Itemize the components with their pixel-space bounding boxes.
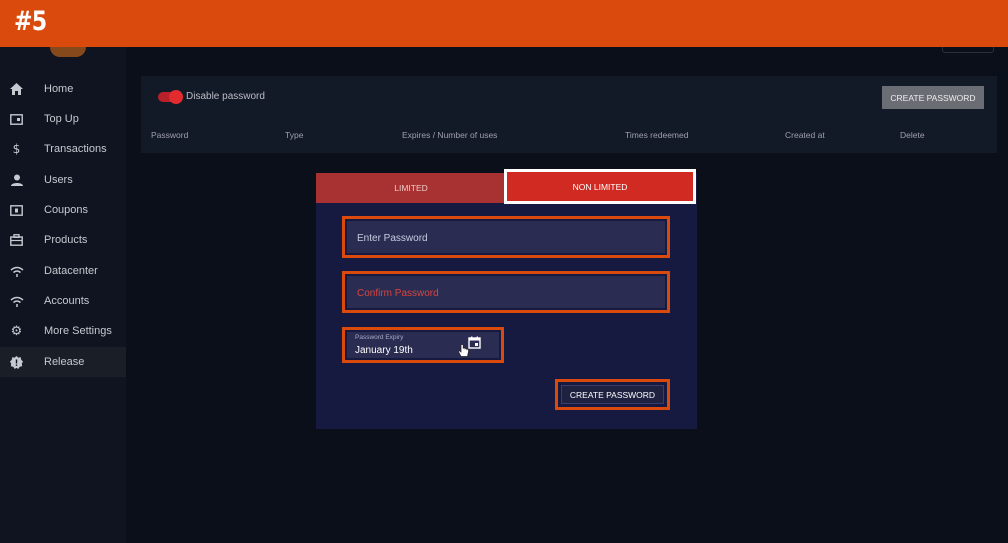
column-header-delete: Delete [900,130,925,140]
home-icon [9,82,24,97]
tab-label: NON LIMITED [572,181,628,192]
password-placeholder: Enter Password [357,233,428,244]
sidebar-item-label: Coupons [44,204,89,216]
sidebar-item-label: Home [44,83,74,95]
sidebar-item-users[interactable]: Users [0,165,126,195]
password-expiry-input[interactable]: Password Expiry January 19th [347,332,499,358]
step-number: #5 [14,6,47,37]
confirm-password-input[interactable]: Confirm Password [347,276,665,308]
submit-create-password-button[interactable]: CREATE PASSWORD [561,385,664,404]
sidebar-item-label: Datacenter [44,265,98,277]
sidebar-item-label: Users [44,174,73,186]
sidebar-item-more-settings[interactable]: ⚙ More Settings [0,316,126,346]
step-banner: #5 [0,0,1008,47]
sidebar-item-label: Release [44,356,85,368]
sidebar-item-products[interactable]: Products [0,225,126,255]
sidebar-item-top-up[interactable]: Top Up [0,104,126,134]
wallet-icon [9,112,24,127]
sidebar-item-label: Accounts [44,295,90,307]
submit-button-highlight[interactable]: CREATE PASSWORD [555,379,670,410]
briefcase-icon [9,233,24,248]
password-expiry-label: Password Expiry [355,334,404,341]
password-expiry-value: January 19th [355,345,413,356]
sidebar-item-release[interactable]: Release [0,347,126,377]
column-header-type: Type [285,130,304,140]
sidebar-item-coupons[interactable]: Coupons [0,195,126,225]
tab-non-limited[interactable]: NON LIMITED [504,169,696,204]
dollar-icon: $ [12,142,21,156]
gear-icon: ⚙ [10,323,23,339]
passwords-panel [141,76,997,153]
disable-password-label: Disable password [186,91,265,102]
sidebar-item-home[interactable]: Home [0,74,126,104]
sidebar-item-label: Products [44,234,88,246]
sidebar-item-label: More Settings [44,325,112,337]
password-field[interactable]: Enter Password [342,216,670,258]
password-expiry-field[interactable]: Password Expiry January 19th [342,327,504,363]
confirm-password-field[interactable]: Confirm Password [342,271,670,313]
calendar-icon[interactable] [468,336,481,349]
password-input[interactable]: Enter Password [347,221,665,253]
sidebar-item-label: Transactions [44,143,107,155]
badge-icon [9,355,24,370]
column-header-password: Password [151,130,189,140]
sidebar-item-label: Top Up [44,113,79,125]
sidebar-item-transactions[interactable]: $ Transactions [0,134,126,164]
sidebar-item-accounts[interactable]: Accounts [0,286,126,316]
confirm-password-placeholder: Confirm Password [357,288,439,299]
tab-limited[interactable]: LIMITED [316,173,506,203]
wifi-icon [9,294,24,309]
toggle-knob[interactable] [169,90,183,104]
tab-label: LIMITED [394,183,428,193]
create-password-button[interactable]: CREATE PASSWORD [882,86,984,109]
sidebar-item-datacenter[interactable]: Datacenter [0,256,126,286]
user-icon [9,173,24,188]
column-header-times-redeemed: Times redeemed [625,130,689,140]
account-menu-button[interactable] [942,47,994,53]
column-header-created-at: Created at [785,130,825,140]
coupon-icon [9,203,24,218]
logo [50,47,86,57]
column-header-expires: Expires / Number of uses [402,130,498,140]
wifi-icon [9,264,24,279]
